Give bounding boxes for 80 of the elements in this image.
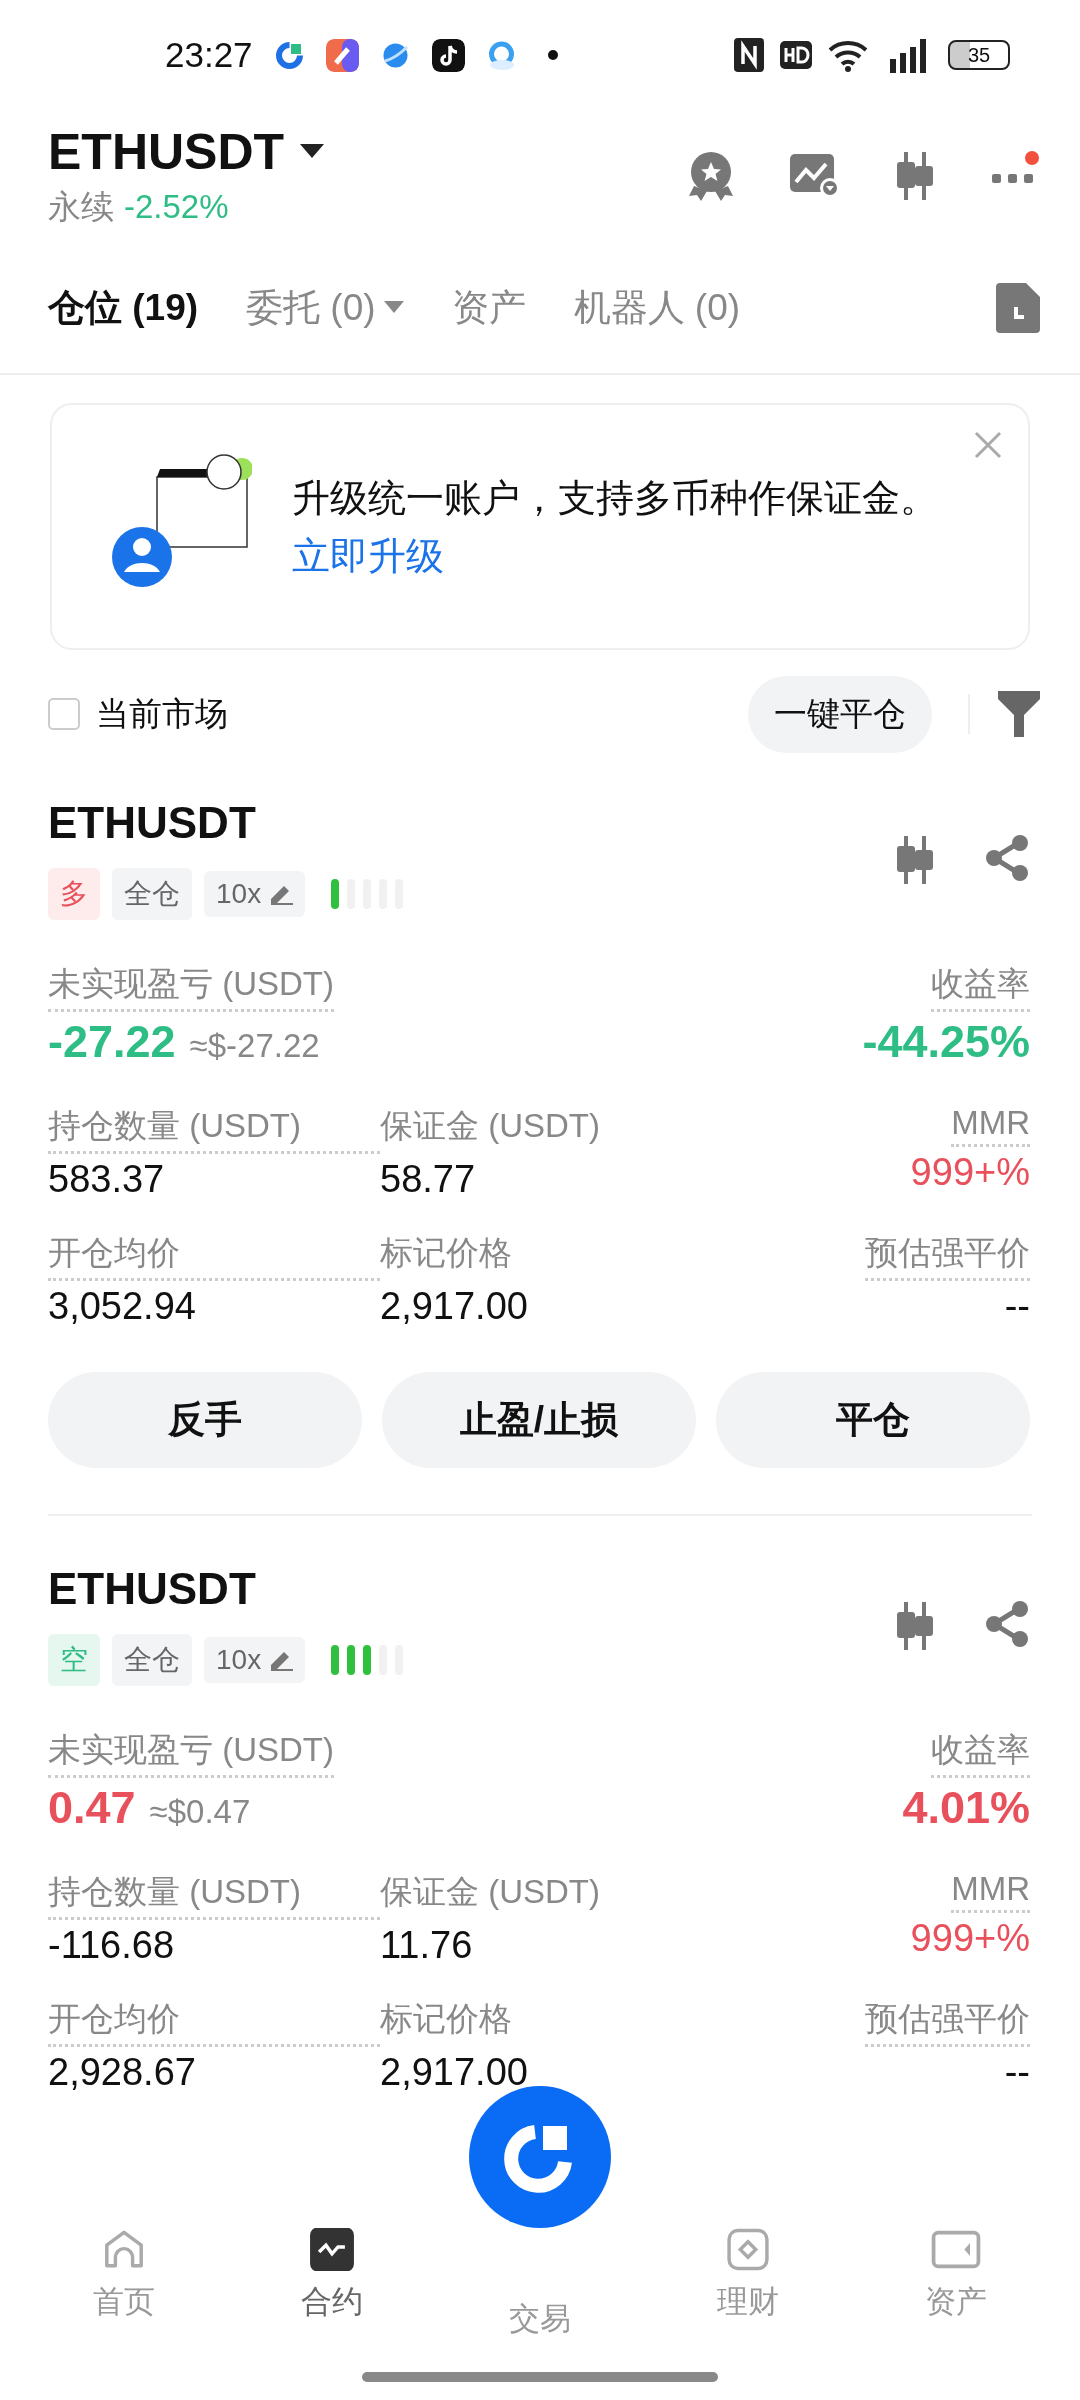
pencil-icon[interactable] [269, 883, 294, 905]
nav-tab[interactable]: 资产 [852, 2190, 1060, 2400]
metric-label: 标记价格 [380, 1999, 513, 2039]
tab[interactable]: 仓位 (19) [48, 282, 199, 333]
action-button[interactable]: 止盈/止损 [382, 1372, 696, 1468]
tab[interactable]: 资产 [451, 282, 526, 333]
leverage-tag[interactable]: 10x [204, 1637, 306, 1683]
roe-value: -44.25% [862, 1016, 1030, 1068]
app-icon [431, 38, 465, 72]
close-all-button[interactable]: 一键平仓 [748, 675, 932, 753]
nav-tab[interactable]: 首页 [20, 2190, 228, 2400]
metric-value: 58.77 [380, 1158, 477, 1201]
metric-value: -116.68 [48, 1924, 176, 1967]
nfc-icon [734, 38, 764, 72]
nav-tab[interactable]: 交易 [436, 2298, 644, 2358]
metric-label[interactable]: 开仓均价 [48, 1231, 380, 1281]
tab[interactable]: 机器人 (0) [573, 282, 741, 333]
metric-label: 保证金 (USDT) [380, 1106, 601, 1146]
wifi-icon [828, 38, 870, 72]
metric-label[interactable]: MMR [951, 1104, 1030, 1147]
roe-value: 4.01% [902, 1782, 1030, 1834]
metric-value: 999+% [910, 1151, 1030, 1194]
pulse-icon [307, 2228, 357, 2271]
contract-type: 永续 [48, 186, 114, 227]
metric-label[interactable]: 持仓数量 (USDT) [48, 1870, 380, 1920]
close-icon[interactable] [974, 431, 1002, 459]
tab[interactable]: 委托 (0) [246, 282, 404, 333]
caret-icon[interactable] [300, 144, 325, 160]
upgrade-link[interactable]: 立即升级 [292, 534, 444, 577]
metric-value: -- [1004, 1285, 1030, 1328]
checkbox-label: 当前市场 [96, 693, 228, 734]
wallet-icon [929, 2228, 983, 2271]
metric-label[interactable]: MMR [951, 1870, 1030, 1913]
document-clock-icon[interactable] [996, 282, 1040, 333]
metric-label: 标记价格 [380, 1233, 513, 1273]
action-button[interactable]: 反手 [48, 1372, 362, 1468]
nav-tab[interactable]: 合约 [228, 2190, 436, 2400]
metric-value: 2,917.00 [380, 1285, 529, 1328]
metric-value: 11.76 [380, 1924, 474, 1967]
pnl-value: -27.22 [48, 1016, 176, 1067]
metric-label[interactable]: 预估强平价 [865, 1231, 1030, 1281]
metric-value: 3,052.94 [48, 1285, 197, 1328]
symbol-title[interactable]: ETHUSDT [48, 123, 285, 181]
metric-value: 2,917.00 [380, 2051, 529, 2094]
metric-value: 583.37 [48, 1158, 166, 1201]
metric-label[interactable]: 预估强平价 [865, 1997, 1030, 2047]
price-change: -2.52% [124, 188, 229, 226]
status-time: 23:27 [165, 35, 253, 75]
side-tag: 多 [48, 868, 100, 920]
pencil-icon[interactable] [269, 1649, 294, 1671]
action-button[interactable]: 平仓 [716, 1372, 1030, 1468]
metric-label: 保证金 (USDT) [380, 1872, 601, 1912]
leverage-tag[interactable]: 10x [204, 871, 306, 917]
metric-value: -- [1004, 2051, 1030, 2094]
metric-label[interactable]: 未实现盈亏 (USDT) [48, 962, 334, 1012]
pnl-usd-value: ≈$0.47 [149, 1793, 251, 1830]
position-symbol: ETHUSDT [48, 798, 257, 849]
metric-label[interactable]: 未实现盈亏 (USDT) [48, 1728, 334, 1778]
app-icon [325, 38, 359, 72]
metric-label[interactable]: 收益率 [931, 962, 1030, 1012]
share-icon[interactable] [984, 834, 1030, 882]
battery-icon: 35 [948, 40, 1010, 70]
metric-label[interactable]: 收益率 [931, 1728, 1030, 1778]
margin-mode-tag: 全仓 [112, 1634, 192, 1686]
metric-value: 2,928.67 [48, 2051, 197, 2094]
metric-label[interactable]: 开仓均价 [48, 1997, 380, 2047]
metric-label[interactable]: 持仓数量 (USDT) [48, 1104, 380, 1154]
pnl-usd-value: ≈$-27.22 [189, 1027, 320, 1064]
side-tag: 空 [48, 1634, 100, 1686]
checkbox[interactable] [48, 698, 80, 730]
position-symbol: ETHUSDT [48, 1564, 257, 1615]
metric-value: 999+% [910, 1917, 1030, 1960]
notification-dot [547, 50, 558, 60]
nav-tab[interactable]: 理财 [644, 2190, 852, 2400]
margin-mode-tag: 全仓 [112, 868, 192, 920]
banner-text: 升级统一账户，支持多币种作保证金。 立即升级 [292, 475, 939, 579]
pnl-value: 0.47 [48, 1782, 136, 1833]
hd-icon [780, 41, 812, 69]
share-icon[interactable] [984, 1600, 1030, 1648]
filter-icon[interactable] [998, 691, 1040, 737]
